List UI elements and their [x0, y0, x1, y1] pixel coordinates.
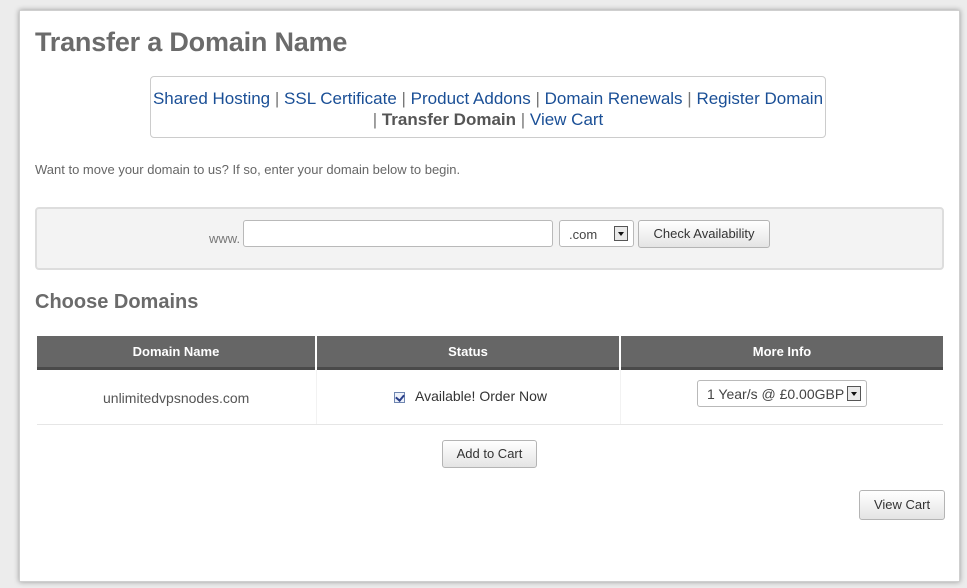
- nav-separator: |: [372, 110, 378, 129]
- domain-search-bar: www. .com Check Availability: [35, 207, 944, 270]
- nav-shared-hosting[interactable]: Shared Hosting: [153, 89, 270, 108]
- nav-separator: |: [687, 89, 692, 108]
- www-prefix-label: www.: [209, 231, 241, 246]
- nav-separator: |: [535, 89, 540, 108]
- column-header-status: Status: [317, 336, 619, 370]
- more-info-cell: 1 Year/s @ £0.00GBP: [621, 370, 943, 424]
- domain-input[interactable]: [243, 220, 553, 247]
- domain-name-cell: unlimitedvpsnodes.com: [37, 370, 317, 424]
- column-header-more-info: More Info: [621, 336, 943, 370]
- column-header-domain-name: Domain Name: [37, 336, 315, 370]
- domains-table: Domain Name Status More Info unlimitedvp…: [37, 336, 943, 425]
- order-checkbox[interactable]: [394, 392, 405, 403]
- tld-selected-value: .com: [569, 227, 598, 242]
- intro-text: Want to move your domain to us? If so, e…: [35, 162, 461, 177]
- nav-separator: |: [401, 89, 406, 108]
- nav-product-addons[interactable]: Product Addons: [411, 89, 531, 108]
- availability-status: Available! Order Now: [415, 388, 548, 404]
- nav-separator: |: [274, 89, 280, 108]
- term-selected-value: 1 Year/s @ £0.00GBP: [707, 386, 845, 402]
- domain-name-value: unlimitedvpsnodes.com: [103, 390, 250, 406]
- nav-separator: |: [520, 110, 526, 129]
- tld-select[interactable]: .com: [559, 220, 634, 247]
- product-nav: Shared Hosting | SSL Certificate | Produ…: [150, 76, 826, 138]
- chevron-down-icon[interactable]: [847, 386, 861, 401]
- view-cart-button[interactable]: View Cart: [859, 490, 945, 520]
- nav-transfer-domain: Transfer Domain: [381, 110, 517, 129]
- nav-domain-renewals[interactable]: Domain Renewals: [545, 89, 683, 108]
- add-to-cart-button[interactable]: Add to Cart: [442, 440, 537, 468]
- choose-domains-title: Choose Domains: [35, 291, 199, 313]
- status-cell: Available! Order Now: [317, 370, 621, 424]
- transfer-domain-panel: Transfer a Domain Name Shared Hosting | …: [19, 10, 960, 582]
- nav-ssl-certificate[interactable]: SSL Certificate: [284, 89, 397, 108]
- nav-view-cart[interactable]: View Cart: [530, 110, 603, 129]
- table-header: Domain Name Status More Info: [37, 336, 943, 370]
- nav-register-domain[interactable]: Register Domain: [696, 89, 823, 108]
- check-availability-button[interactable]: Check Availability: [638, 220, 770, 248]
- chevron-down-icon[interactable]: [614, 226, 628, 241]
- table-row: unlimitedvpsnodes.com Available! Order N…: [37, 370, 943, 425]
- page-title: Transfer a Domain Name: [35, 27, 348, 57]
- registration-term-select[interactable]: 1 Year/s @ £0.00GBP: [697, 380, 867, 407]
